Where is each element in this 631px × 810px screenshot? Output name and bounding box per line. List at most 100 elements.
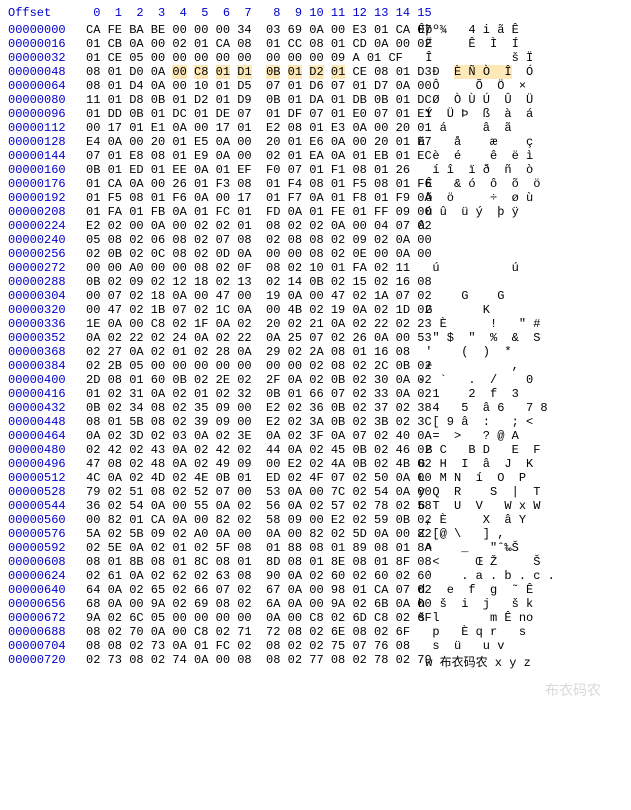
hex-cell[interactable]: 02 0B 02 0C 08 02 0D 0A 00 00 08 02 0E 0… — [78, 247, 406, 261]
hex-cell[interactable]: 00 00 A0 00 00 08 02 0F 08 02 10 01 FA 0… — [78, 261, 406, 275]
ascii-cell[interactable]: G H I â J K — [406, 457, 627, 471]
hex-cell[interactable]: 01 CE 05 00 00 00 00 00 00 00 00 09 A 01… — [78, 51, 406, 65]
ascii-cell[interactable] — [406, 275, 627, 289]
offset-cell[interactable]: 00000016 — [4, 37, 78, 51]
hex-cell[interactable]: E2 02 00 0A 00 02 02 01 08 02 02 0A 00 0… — [78, 219, 406, 233]
ascii-cell[interactable]: 6 T U V W x W — [406, 499, 627, 513]
offset-cell[interactable]: 00000400 — [4, 373, 78, 387]
ascii-cell[interactable]: [ 9 â : ; < — [406, 415, 627, 429]
hex-cell[interactable]: 5A 02 5B 09 02 A0 0A 00 0A 00 82 02 5D 0… — [78, 527, 406, 541]
offset-cell[interactable]: 00000352 — [4, 331, 78, 345]
offset-cell[interactable]: 00000288 — [4, 275, 78, 289]
hex-cell[interactable]: 00 17 01 E1 0A 00 17 01 E2 08 01 E3 0A 0… — [78, 121, 406, 135]
offset-cell[interactable]: 00000224 — [4, 219, 78, 233]
hex-cell[interactable]: 0B 01 ED 01 EE 0A 01 EF F0 07 01 F1 08 0… — [78, 163, 406, 177]
offset-cell[interactable]: 00000240 — [4, 233, 78, 247]
offset-cell[interactable]: 00000560 — [4, 513, 78, 527]
hex-cell[interactable]: 9A 02 6C 05 00 00 00 00 0A 00 C8 02 6D C… — [78, 611, 406, 625]
offset-cell[interactable]: 00000112 — [4, 121, 78, 135]
offset-cell[interactable]: 00000080 — [4, 93, 78, 107]
ascii-cell[interactable]: š l m Ê no — [406, 611, 627, 625]
ascii-cell[interactable]: è é ê ë ì — [406, 149, 627, 163]
offset-cell[interactable]: 00000528 — [4, 485, 78, 499]
offset-cell[interactable]: 00000576 — [4, 527, 78, 541]
hex-cell[interactable]: 36 02 54 0A 00 55 0A 02 56 0A 02 57 02 7… — [78, 499, 406, 513]
hex-cell[interactable]: 0A 02 3D 02 03 0A 02 3E 0A 02 3F 0A 07 0… — [78, 429, 406, 443]
offset-cell[interactable]: 00000256 — [4, 247, 78, 261]
hex-cell[interactable]: 00 47 02 1B 07 02 1C 0A 00 4B 02 19 0A 0… — [78, 303, 406, 317]
hex-cell[interactable]: 07 01 E8 08 01 E9 0A 00 02 01 EA 0A 01 E… — [78, 149, 406, 163]
hex-cell[interactable]: 02 42 02 43 0A 02 42 02 44 0A 02 45 0B 0… — [78, 443, 406, 457]
hex-cell[interactable]: 0A 02 22 02 24 0A 02 22 0A 25 07 02 26 0… — [78, 331, 406, 345]
ascii-cell[interactable]: d e f g ˜ Ê — [406, 583, 627, 597]
hex-cell[interactable]: 02 2B 05 00 00 00 00 00 00 00 02 08 02 2… — [78, 359, 406, 373]
offset-cell[interactable]: 00000144 — [4, 149, 78, 163]
offset-cell[interactable]: 00000368 — [4, 345, 78, 359]
ascii-cell[interactable]: = > ? @ A — [406, 429, 627, 443]
hex-cell[interactable]: 02 27 0A 02 01 02 28 0A 29 02 2A 08 01 1… — [78, 345, 406, 359]
offset-cell[interactable]: 00000608 — [4, 555, 78, 569]
ascii-cell[interactable]: â — [406, 219, 627, 233]
ascii-cell[interactable]: w 布衣码农 x y z — [406, 653, 627, 670]
offset-cell[interactable]: 00000096 — [4, 107, 78, 121]
offset-cell[interactable]: 00000160 — [4, 163, 78, 177]
hex-cell[interactable]: 02 5E 0A 02 01 02 5F 08 01 88 08 01 89 0… — [78, 541, 406, 555]
ascii-cell[interactable]: h š i j š k — [406, 597, 627, 611]
offset-cell[interactable]: 00000464 — [4, 429, 78, 443]
ascii-cell[interactable]: G G — [406, 289, 627, 303]
ascii-cell[interactable]: " $ " % & S — [406, 331, 627, 345]
hex-cell[interactable]: 11 01 D8 0B 01 D2 01 D9 0B 01 DA 01 DB 0… — [78, 93, 406, 107]
hex-cell[interactable]: 05 08 02 06 08 02 07 08 02 08 08 02 09 0… — [78, 233, 406, 247]
ascii-cell[interactable]: ú ú — [406, 261, 627, 275]
hex-cell[interactable]: 08 01 D0 0A 00 C8 01 D1 0B 01 D2 01 CE 0… — [78, 65, 406, 79]
offset-cell[interactable]: 00000416 — [4, 387, 78, 401]
ascii-cell[interactable]: í î ï ð ñ ò — [406, 163, 627, 177]
ascii-cell[interactable]: p È q r s — [406, 625, 627, 639]
hex-cell[interactable]: 68 0A 00 9A 02 69 08 02 6A 0A 00 9A 02 6… — [78, 597, 406, 611]
offset-cell[interactable]: 00000000 — [4, 23, 78, 37]
hex-cell[interactable]: 0B 02 34 08 02 35 09 00 E2 02 36 0B 02 3… — [78, 401, 406, 415]
ascii-cell[interactable]: + , — [406, 359, 627, 373]
ascii-cell[interactable]: , È X â Y — [406, 513, 627, 527]
offset-cell[interactable]: 00000720 — [4, 653, 78, 670]
offset-cell[interactable]: 00000688 — [4, 625, 78, 639]
hex-cell[interactable]: 79 02 51 08 02 52 07 00 53 0A 00 7C 02 5… — [78, 485, 406, 499]
offset-cell[interactable]: 00000176 — [4, 177, 78, 191]
ascii-cell[interactable]: Ê & ó ô õ ö — [406, 177, 627, 191]
hex-cell[interactable]: 00 07 02 18 0A 00 47 00 19 0A 00 47 02 1… — [78, 289, 406, 303]
hex-cell[interactable]: 01 DD 0B 01 DC 01 DE 07 01 DF 07 01 E0 0… — [78, 107, 406, 121]
ascii-cell[interactable]: G K — [406, 303, 627, 317]
hex-cell[interactable]: 1E 0A 00 C8 02 1F 0A 02 20 02 21 0A 02 2… — [78, 317, 406, 331]
offset-cell[interactable]: 00000656 — [4, 597, 78, 611]
offset-cell[interactable]: 00000448 — [4, 415, 78, 429]
ascii-cell[interactable]: L M N í O P — [406, 471, 627, 485]
offset-cell[interactable]: 00000640 — [4, 583, 78, 597]
ascii-cell[interactable]: Î š Ï — [406, 51, 627, 65]
hex-cell[interactable]: 2D 08 01 60 0B 02 2E 02 2F 0A 02 0B 02 3… — [78, 373, 406, 387]
offset-cell[interactable]: 00000032 — [4, 51, 78, 65]
offset-cell[interactable]: 00000512 — [4, 471, 78, 485]
hex-cell[interactable]: 08 01 5B 08 02 39 09 00 E2 02 3A 0B 02 3… — [78, 415, 406, 429]
offset-cell[interactable]: 00000064 — [4, 79, 78, 93]
ascii-cell[interactable]: Z [@ \ ] , — [406, 527, 627, 541]
ascii-cell[interactable]: 4 5 â 6 7 8 — [406, 401, 627, 415]
hex-cell[interactable]: 01 02 31 0A 02 01 02 32 0B 01 66 07 02 3… — [78, 387, 406, 401]
ascii-cell[interactable]: ` . a . b . c . — [406, 569, 627, 583]
ascii-cell[interactable]: á â ã — [406, 121, 627, 135]
hex-cell[interactable]: 01 CA 0A 00 26 01 F3 08 01 F4 08 01 F5 0… — [78, 177, 406, 191]
ascii-cell[interactable]: B C B D E F — [406, 443, 627, 457]
ascii-cell[interactable]: Ë Ê Ì Í — [406, 37, 627, 51]
ascii-cell[interactable]: È ! " # — [406, 317, 627, 331]
hex-cell[interactable]: 08 01 8B 08 01 8C 08 01 8D 08 01 8E 08 0… — [78, 555, 406, 569]
hex-cell[interactable]: 64 0A 02 65 02 66 07 02 67 0A 00 98 01 C… — [78, 583, 406, 597]
ascii-cell[interactable]: ^ _ "ˆ‰Š — [406, 541, 627, 555]
hex-cell[interactable]: 4C 0A 02 4D 02 4E 0B 01 ED 02 4F 07 02 5… — [78, 471, 406, 485]
offset-cell[interactable]: 00000480 — [4, 443, 78, 457]
ascii-cell[interactable]: s ü u v — [406, 639, 627, 653]
offset-cell[interactable]: 00000544 — [4, 499, 78, 513]
hex-cell[interactable]: 02 61 0A 02 62 02 63 08 90 0A 02 60 02 6… — [78, 569, 406, 583]
ascii-cell[interactable]: Êþº¾ 4 i ã Ê — [406, 23, 627, 37]
ascii-cell[interactable]: ú û ü ý þ ÿ — [406, 205, 627, 219]
ascii-cell[interactable]: Ô Õ Ö × — [406, 79, 627, 93]
offset-cell[interactable]: 00000624 — [4, 569, 78, 583]
